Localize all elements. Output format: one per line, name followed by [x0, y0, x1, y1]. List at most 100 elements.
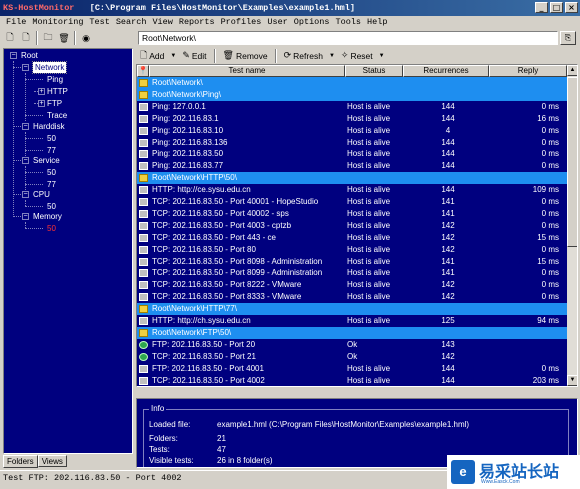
collapse-root-icon[interactable]: −	[10, 52, 17, 59]
tab-folders[interactable]: Folders	[3, 455, 38, 468]
edit-button[interactable]: ✎ Edit	[182, 49, 206, 62]
new-folder-icon[interactable]: 🗀	[41, 31, 55, 45]
tree-service[interactable]: Service	[33, 155, 60, 166]
menu-profiles[interactable]: Profiles	[218, 16, 265, 29]
tree-memory[interactable]: Memory	[33, 211, 62, 222]
maximize-button[interactable]: □	[550, 2, 563, 13]
folder-row[interactable]: Root\Network\HTTP\50\	[137, 172, 567, 185]
table-row[interactable]: TCP: 202.116.83.50 - Port 8099 - Adminis…	[137, 267, 567, 279]
table-row[interactable]: TCP: 202.116.83.50 - Port 4003 - cptzb Ho…	[137, 220, 567, 232]
cell-name: TCP: 202.116.83.50 - Port 8098 - Adminis…	[152, 256, 323, 266]
collapse-cpu-icon[interactable]: −	[22, 191, 29, 198]
menu-reports[interactable]: Reports	[176, 16, 218, 29]
column-test-name[interactable]: Test name	[149, 65, 345, 77]
column-recurrences[interactable]: Recurrences	[403, 65, 489, 77]
tree-network[interactable]: Network	[31, 61, 68, 74]
new-file-icon[interactable]: 🗋	[3, 31, 17, 45]
menu-options[interactable]: Options	[291, 16, 333, 29]
collapse-memory-icon[interactable]: −	[22, 213, 29, 220]
folder-row[interactable]: Root\Network\FTP\50\	[137, 326, 567, 339]
expand-ftp-icon[interactable]: +	[38, 100, 45, 107]
menu-help[interactable]: Help	[364, 16, 390, 29]
table-row[interactable]: TCP: 202.116.83.50 - Port 8222 - VMware H…	[137, 279, 567, 291]
table-row[interactable]: Ping: 127.0.0.1 Host is alive 144 0 ms	[137, 101, 567, 113]
table-row[interactable]: Ping: 202.116.83.10 Host is alive 4 0 ms	[137, 125, 567, 137]
tree-harddisk[interactable]: Harddisk	[33, 121, 65, 132]
refresh-button[interactable]: ⟳ Refresh ▼	[284, 49, 335, 62]
menu-tools[interactable]: Tools	[333, 16, 365, 29]
path-browse-icon[interactable]: ⎘	[560, 31, 576, 45]
cell-name: TCP: 202.116.83.50 - Port 4002	[152, 375, 265, 385]
table-row[interactable]: TCP: 202.116.83.50 - Port 4002 Host is al…	[137, 375, 567, 387]
table-row[interactable]: HTTP: http://ce.sysu.edu.cn Host is alive…	[137, 184, 567, 196]
tree-trace[interactable]: Trace	[47, 110, 67, 121]
minimize-button[interactable]: _	[535, 2, 548, 13]
collapse-network-icon[interactable]: −	[22, 64, 29, 71]
cell-reply: 0 ms	[541, 363, 559, 373]
cell-rec: 144	[441, 113, 455, 123]
expand-http-icon[interactable]: +	[38, 88, 45, 95]
folder-row[interactable]: Root\Network\	[137, 77, 567, 89]
cell-status: Host is alive	[347, 375, 391, 385]
tree-root[interactable]: Root	[21, 50, 38, 61]
folder-path-field[interactable]: Root\Network\	[138, 31, 558, 45]
folder-row[interactable]: Root\Network\Ping\	[137, 88, 567, 101]
column-status[interactable]: Status	[345, 65, 403, 77]
vertical-scrollbar[interactable]: ▲ ▼	[567, 65, 577, 386]
table-row[interactable]: Ping: 202.116.83.50 Host is alive 144 0 ms	[137, 148, 567, 160]
menu-user[interactable]: User	[264, 16, 290, 29]
tree-ping[interactable]: Ping	[47, 74, 63, 85]
folder-row[interactable]: Root\Network\HTTP\77\	[137, 303, 567, 316]
table-row[interactable]: HTTP: http://ch.sysu.edu.cn Host is alive…	[137, 315, 567, 327]
watermark-logo: e	[451, 460, 475, 484]
edit-icon: ✎	[182, 50, 190, 60]
table-row[interactable]: Ping: 202.116.83.77 Host is alive 144 0 ms	[137, 160, 567, 172]
table-row[interactable]: TCP: 202.116.83.50 - Port 8333 - VMware H…	[137, 291, 567, 303]
column-reply[interactable]: Reply	[489, 65, 567, 77]
close-button[interactable]: ×	[565, 2, 578, 13]
menu-monitoring[interactable]: Monitoring	[29, 16, 86, 29]
color-circle-icon[interactable]: ◉	[79, 31, 93, 45]
reset-icon: ✧	[340, 50, 349, 60]
table-row[interactable]: FTP: 202.116.83.50 - Port 4001 Host is al…	[137, 363, 567, 375]
scroll-thumb[interactable]	[567, 77, 577, 247]
status-ok-icon	[139, 352, 148, 361]
table-row[interactable]: Ping: 202.116.83.1 Host is alive 144 16 ms	[137, 113, 567, 125]
cell-rec: 141	[441, 256, 455, 266]
table-row[interactable]: TCP: 202.116.83.50 - Port 443 - ce Host i…	[137, 232, 567, 244]
open-file-icon[interactable]: 🗋	[19, 31, 33, 45]
tree-service-50[interactable]: 50	[47, 167, 56, 178]
collapse-service-icon[interactable]: −	[22, 157, 29, 164]
pin-column-icon[interactable]: 📍	[137, 65, 149, 77]
menu-test[interactable]: Test	[86, 16, 112, 29]
tree-ftp[interactable]: FTP	[47, 98, 62, 109]
menu-view[interactable]: View	[149, 16, 175, 29]
cell-status: Host is alive	[347, 197, 391, 206]
menu-search[interactable]: Search	[113, 16, 150, 29]
cell-name: TCP: 202.116.83.50 - Port 21	[152, 351, 256, 361]
table-row[interactable]: TCP: 202.116.83.50 - Port 80 Host is aliv…	[137, 244, 567, 256]
tree-harddisk-50[interactable]: 50	[47, 133, 56, 144]
status-ok-icon	[139, 340, 148, 349]
table-row[interactable]: TCP: 202.116.83.50 - Port 21 Ok 142	[137, 351, 567, 363]
toolbar-separator	[36, 31, 38, 45]
host-icon	[139, 126, 148, 135]
scroll-down-icon[interactable]: ▼	[567, 375, 577, 386]
table-row[interactable]: FTP: 202.116.83.50 - Port 20 Ok 143	[137, 339, 567, 351]
collapse-harddisk-icon[interactable]: −	[22, 123, 29, 130]
remove-button[interactable]: 🗑 Remove	[223, 49, 268, 62]
cell-reply: 0 ms	[541, 244, 559, 254]
reset-button[interactable]: ✧ Reset ▼	[341, 49, 385, 62]
add-button[interactable]: 🗋 Add ▼	[140, 49, 176, 62]
tree-memory-50[interactable]: 50	[47, 223, 56, 234]
table-row[interactable]: TCP: 202.116.83.50 - Port 40002 - sps Hos…	[137, 208, 567, 220]
tree-cpu[interactable]: CPU	[33, 189, 50, 200]
menu-file[interactable]: File	[3, 16, 29, 29]
tab-views[interactable]: Views	[37, 455, 67, 467]
tree-http[interactable]: HTTP	[47, 86, 68, 97]
table-row[interactable]: TCP: 202.116.83.50 - Port 8098 - Adminis…	[137, 256, 567, 268]
table-row[interactable]: TCP: 202.116.83.50 - Port 40001 - HopeSt…	[137, 196, 567, 208]
trash-icon[interactable]: 🗑	[57, 31, 71, 45]
scroll-up-icon[interactable]: ▲	[567, 65, 577, 76]
table-row[interactable]: Ping: 202.116.83.136 Host is alive 144 0 ms	[137, 137, 567, 149]
